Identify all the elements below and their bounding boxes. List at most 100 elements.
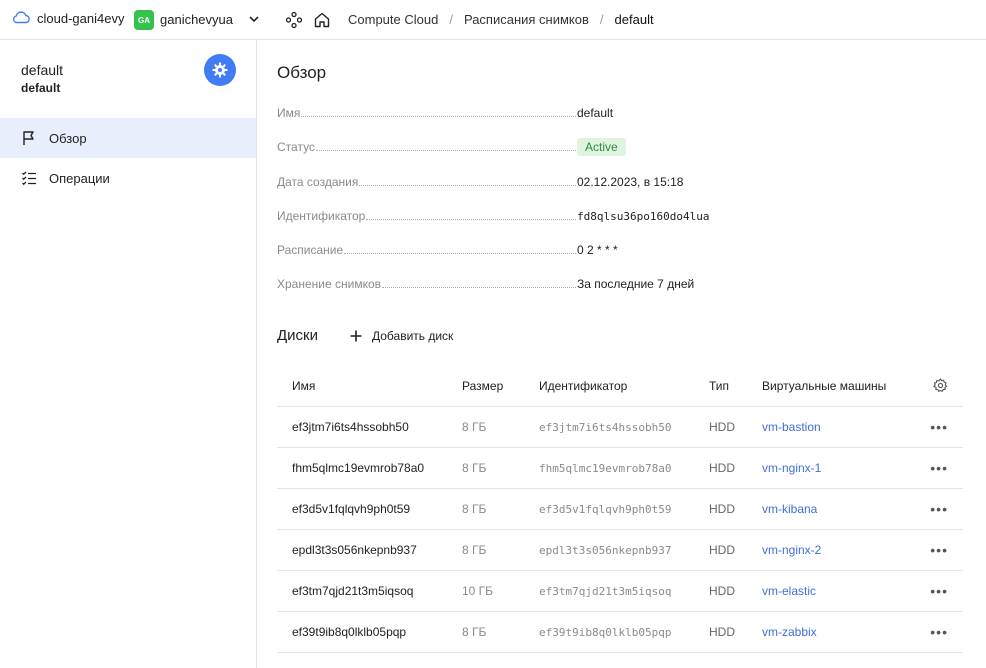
- folder-name[interactable]: ganichevyua: [160, 12, 233, 27]
- disk-size: 10 ГБ: [462, 584, 494, 598]
- disk-name: ef3tm7qjd21t3m5iqsoq: [292, 584, 414, 598]
- property-row: Расписание 0 2 * * *: [277, 241, 967, 259]
- more-actions-icon[interactable]: •••: [930, 584, 948, 598]
- property-value: 0 2 * * *: [577, 243, 618, 257]
- property-row: Статус Active: [277, 138, 967, 156]
- vm-link[interactable]: vm-bastion: [762, 420, 821, 434]
- home-icon[interactable]: [313, 11, 331, 32]
- disk-type: HDD: [709, 461, 735, 475]
- more-actions-icon[interactable]: •••: [930, 420, 948, 434]
- disk-size: 8 ГБ: [462, 502, 487, 516]
- table-row[interactable]: ef3tm7qjd21t3m5iqsoq 10 ГБ ef3tm7qjd21t3…: [277, 571, 963, 612]
- property-row: Хранение снимков За последние 7 дней: [277, 275, 967, 293]
- disk-name: epdl3t3s056nkepnb937: [292, 543, 417, 557]
- more-actions-icon[interactable]: •••: [930, 461, 948, 475]
- disk-size: 8 ГБ: [462, 461, 487, 475]
- property-key: Имя: [277, 106, 301, 120]
- breadcrumb-current: default: [614, 12, 654, 27]
- table-row[interactable]: ef3jtm7i6ts4hssobh50 8 ГБ ef3jtm7i6ts4hs…: [277, 407, 963, 448]
- property-key: Идентификатор: [277, 209, 366, 223]
- vm-link[interactable]: vm-kibana: [762, 502, 817, 516]
- disk-type: HDD: [709, 502, 735, 516]
- disk-size: 8 ГБ: [462, 420, 487, 434]
- disk-type: HDD: [709, 625, 735, 639]
- property-value: За последние 7 дней: [577, 277, 695, 291]
- property-key: Расписание: [277, 243, 344, 257]
- disk-type: HDD: [709, 420, 735, 434]
- table-row[interactable]: ef39t9ib8q0lklb05pqp 8 ГБ ef39t9ib8q0lkl…: [277, 612, 963, 653]
- column-header-vms[interactable]: Виртуальные машины: [762, 379, 922, 393]
- resource-header: default default: [21, 62, 63, 95]
- property-row: Идентификатор fd8qlsu36po160do4lua: [277, 207, 967, 225]
- vm-link[interactable]: vm-nginx-2: [762, 543, 821, 557]
- disk-type: HDD: [709, 543, 735, 557]
- more-actions-icon[interactable]: •••: [930, 502, 948, 516]
- table-settings-icon[interactable]: [922, 378, 963, 393]
- property-value: default: [577, 106, 614, 120]
- disk-id: ef39t9ib8q0lklb05pqp: [539, 625, 672, 639]
- property-row: Дата создания 02.12.2023, в 15:18: [277, 173, 967, 191]
- page-title: Обзор: [277, 63, 327, 82]
- list-check-icon: [21, 170, 37, 186]
- disk-name: ef3d5v1fqlqvh9ph0t59: [292, 502, 411, 516]
- disk-id: ef3jtm7i6ts4hssobh50: [539, 420, 672, 434]
- column-header-type[interactable]: Тип: [709, 379, 762, 393]
- column-header-size[interactable]: Размер: [462, 379, 539, 393]
- disk-id: epdl3t3s056nkepnb937: [539, 543, 672, 557]
- resource-subtitle: default: [21, 81, 61, 95]
- disk-id: ef3d5v1fqlqvh9ph0t59: [539, 502, 672, 516]
- vm-link[interactable]: vm-elastic: [762, 584, 816, 598]
- disk-type: HDD: [709, 584, 735, 598]
- add-disk-button[interactable]: Добавить диск: [349, 329, 453, 343]
- vm-link[interactable]: vm-nginx-1: [762, 461, 821, 475]
- breadcrumb-separator: /: [599, 12, 604, 27]
- more-actions-icon[interactable]: •••: [930, 543, 948, 557]
- disk-id: ef3tm7qjd21t3m5iqsoq: [539, 584, 672, 598]
- column-header-id[interactable]: Идентификатор: [539, 379, 709, 393]
- cloud-selector[interactable]: cloud-gani4evy: [12, 10, 124, 27]
- top-bar: cloud-gani4evy GA ganichevyua Compute Cl…: [0, 0, 986, 40]
- table-row[interactable]: fhm5qlmc19evmrob78a0 8 ГБ fhm5qlmc19evmr…: [277, 448, 963, 489]
- sidebar-item-overview[interactable]: Обзор: [0, 118, 256, 158]
- breadcrumb-separator: /: [449, 12, 453, 27]
- flag-icon: [21, 130, 37, 146]
- property-value: fd8qlsu36po160do4lua: [577, 209, 710, 223]
- property-value: 02.12.2023, в 15:18: [577, 175, 684, 189]
- disk-size: 8 ГБ: [462, 543, 487, 557]
- sidebar-item-label: Операции: [49, 170, 110, 186]
- breadcrumb-snapshot-schedules[interactable]: Расписания снимков: [464, 12, 589, 27]
- disk-size: 8 ГБ: [462, 625, 487, 639]
- add-disk-label: Добавить диск: [371, 328, 454, 343]
- services-icon[interactable]: [285, 11, 303, 32]
- property-row: Имя default: [277, 104, 967, 122]
- sidebar: default default Обзор Операции: [0, 40, 257, 668]
- disk-name: ef39t9ib8q0lklb05pqp: [292, 625, 407, 639]
- cloud-name: cloud-gani4evy: [37, 11, 125, 26]
- property-key: Дата создания: [277, 175, 359, 189]
- table-row[interactable]: ef3d5v1fqlqvh9ph0t59 8 ГБ ef3d5v1fqlqvh9…: [277, 489, 963, 530]
- disk-name: fhm5qlmc19evmrob78a0: [292, 461, 425, 475]
- cloud-icon: [12, 10, 30, 27]
- disk-id: fhm5qlmc19evmrob78a0: [539, 461, 672, 475]
- breadcrumb: Compute Cloud / Расписания снимков / def…: [348, 12, 654, 27]
- table-row[interactable]: epdl3t3s056nkepnb937 8 ГБ epdl3t3s056nke…: [277, 530, 963, 571]
- column-header-name[interactable]: Имя: [277, 379, 462, 393]
- property-key: Хранение снимков: [277, 277, 382, 291]
- chevron-down-icon[interactable]: [247, 12, 261, 29]
- more-actions-icon[interactable]: •••: [930, 625, 948, 639]
- breadcrumb-compute-cloud[interactable]: Compute Cloud: [348, 12, 438, 27]
- property-key: Статус: [277, 140, 315, 154]
- table-header: Имя Размер Идентификатор Тип Виртуальные…: [277, 365, 963, 407]
- disks-table: Имя Размер Идентификатор Тип Виртуальные…: [277, 365, 963, 653]
- sidebar-item-label: Обзор: [49, 130, 87, 146]
- vm-link[interactable]: vm-zabbix: [762, 625, 817, 639]
- sidebar-item-operations[interactable]: Операции: [0, 158, 256, 198]
- settings-gear-icon: [204, 54, 236, 86]
- disks-header: Диски Добавить диск: [277, 327, 453, 344]
- resource-title: default: [21, 62, 64, 78]
- sidebar-nav: Обзор Операции: [0, 118, 256, 198]
- plus-icon: [349, 329, 363, 343]
- disk-name: ef3jtm7i6ts4hssobh50: [292, 420, 409, 434]
- status-badge: Active: [577, 138, 626, 156]
- folder-avatar: GA: [134, 10, 154, 30]
